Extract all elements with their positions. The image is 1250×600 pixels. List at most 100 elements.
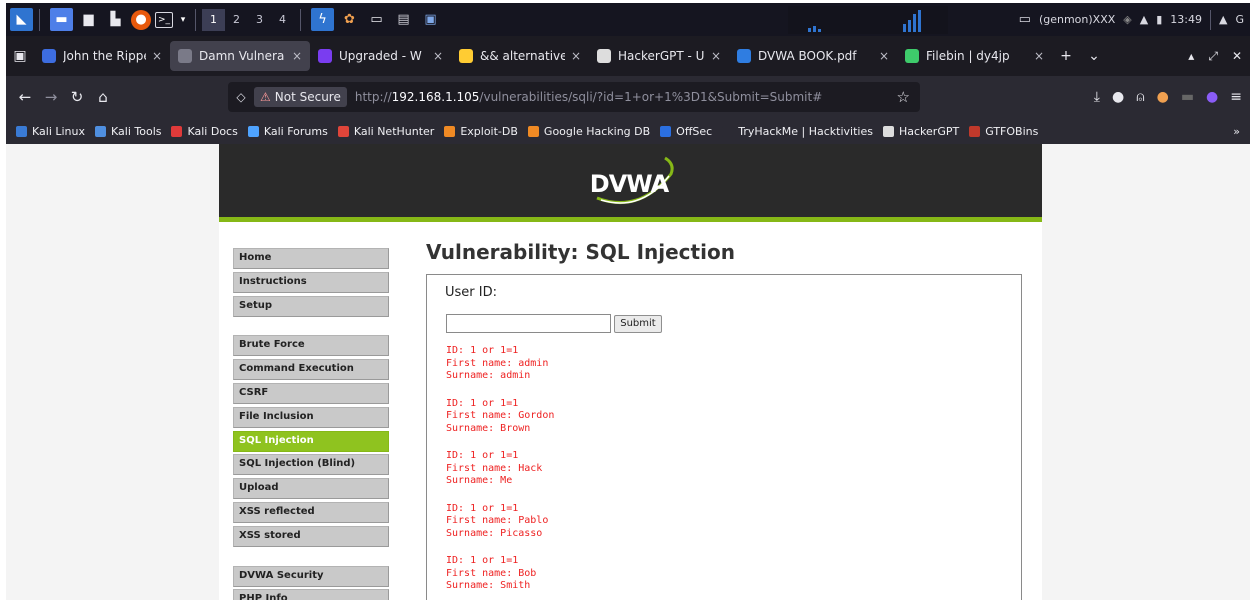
extension-icon[interactable]: ● <box>1112 89 1124 105</box>
new-tab-button[interactable]: + <box>1052 48 1080 64</box>
result-surname-line: Surname: Brown <box>446 422 531 434</box>
menu-item-sql-injection[interactable]: SQL Injection <box>233 430 389 452</box>
extension-icon-2[interactable]: ▬ <box>1181 89 1194 105</box>
extension-icon-3[interactable]: ● <box>1206 89 1218 105</box>
battery-icon[interactable]: ▮ <box>1156 13 1162 26</box>
url-scheme: http:// <box>354 90 392 104</box>
bookmark-item[interactable]: Kali Forums <box>247 125 328 138</box>
cookie-extension-icon[interactable]: ● <box>1157 89 1169 105</box>
submit-button[interactable]: Submit <box>614 315 662 333</box>
power-icon[interactable]: G <box>1235 13 1244 26</box>
menu-item-xss-reflected[interactable]: XSS reflected <box>233 501 389 523</box>
reload-icon[interactable]: ↻ <box>64 88 90 106</box>
show-desktop-icon[interactable]: ▬ <box>50 8 73 31</box>
burpsuite-icon[interactable]: ϟ <box>311 8 334 31</box>
result-id-line: ID: 1 or 1=1 <box>446 397 519 409</box>
menu-item-csrf[interactable]: CSRF <box>233 382 389 404</box>
menu-item-sql-injection-blind[interactable]: SQL Injection (Blind) <box>233 454 389 476</box>
bookmark-star-icon[interactable]: ☆ <box>897 88 910 106</box>
bookmark-item[interactable]: TryHackMe | Hacktivities <box>722 125 873 138</box>
bookmark-item[interactable]: Kali Tools <box>95 125 161 138</box>
app-menu-icon[interactable]: ≡ <box>1230 89 1242 105</box>
account-icon[interactable]: ⍝ <box>1136 89 1144 105</box>
bookmark-favicon-icon <box>171 125 183 137</box>
firefox-icon[interactable]: ● <box>131 9 151 30</box>
result-first-line: First name: admin <box>446 357 549 369</box>
notification-bell-icon[interactable]: ▲ <box>1140 13 1148 26</box>
bookmark-item[interactable]: Kali Docs <box>171 125 238 138</box>
close-window-icon[interactable]: ✕ <box>1232 49 1242 64</box>
bookmark-item[interactable]: Google Hacking DB <box>527 125 650 138</box>
browser-tab[interactable]: DVWA BOOK.pdf × <box>729 41 897 71</box>
tab-close-icon[interactable]: × <box>433 49 443 63</box>
menu-item-brute-force[interactable]: Brute Force <box>233 335 389 357</box>
window-icon[interactable]: ▭ <box>365 8 388 31</box>
panel-separator <box>1210 9 1211 30</box>
bookmarks-toolbar: Kali Linux Kali Tools Kali Docs Kali Forums… <box>6 118 1250 144</box>
browser-tab[interactable]: && alternative × <box>451 41 589 71</box>
tab-close-icon[interactable]: × <box>292 49 302 63</box>
tab-close-icon[interactable]: × <box>1034 49 1044 63</box>
bookmark-favicon-icon <box>882 125 894 137</box>
list-all-tabs-button[interactable]: ⌄ <box>1080 48 1108 64</box>
tab-close-icon[interactable]: × <box>571 49 581 63</box>
menu-item-instructions[interactable]: Instructions <box>233 271 389 293</box>
forward-icon[interactable]: → <box>38 88 64 106</box>
network-icon[interactable]: ◈ <box>1123 13 1131 26</box>
text-editor-icon[interactable]: ▙ <box>104 8 127 31</box>
browser-tab[interactable]: John the Rippe × <box>34 41 170 71</box>
home-icon[interactable]: ⌂ <box>90 88 116 106</box>
menu-item-command-execution[interactable]: Command Execution <box>233 359 389 381</box>
back-icon[interactable]: ← <box>12 88 38 106</box>
bookmark-item[interactable]: GTFOBins <box>969 125 1038 138</box>
bookmark-label: OffSec <box>676 124 713 138</box>
tracking-shield-icon[interactable]: ◇ <box>228 90 254 104</box>
maximize-icon[interactable]: ⤢ <box>1208 49 1218 64</box>
bookmark-item[interactable]: Kali NetHunter <box>337 125 434 138</box>
workspace-1[interactable]: 1 <box>202 8 225 31</box>
workspace-2[interactable]: 2 <box>225 9 248 31</box>
clock[interactable]: 13:49 <box>1170 13 1202 26</box>
minimize-icon[interactable]: ▴ <box>1188 49 1194 64</box>
kali-top-panel: ◣ ▬ ▆ ▙ ● >_ ▾ 1234 ϟ ✿ ▭ ▤ ▣ ▭ (genmon)… <box>6 3 1250 36</box>
display-icon[interactable]: ▭ <box>1019 12 1031 27</box>
user-id-input[interactable] <box>446 314 611 333</box>
not-secure-badge[interactable]: ⚠ Not Secure <box>254 87 347 107</box>
tab-close-icon[interactable]: × <box>152 49 162 63</box>
kali-menu-icon[interactable]: ◣ <box>10 8 33 31</box>
menu-item-home[interactable]: Home <box>233 248 389 269</box>
screenshot-icon[interactable]: ▣ <box>419 8 442 31</box>
bookmark-item[interactable]: Exploit-DB <box>444 125 518 138</box>
workspace-3[interactable]: 3 <box>248 9 271 31</box>
more-bookmarks-icon[interactable]: » <box>1233 125 1240 138</box>
browser-tab[interactable]: Upgraded - W × <box>310 41 451 71</box>
bookmark-label: HackerGPT <box>898 124 960 138</box>
tab-overview-icon[interactable]: ▣ <box>6 48 34 64</box>
bookmark-item[interactable]: Kali Linux <box>16 125 85 138</box>
menu-item-php-info[interactable]: PHP Info <box>233 589 389 600</box>
menu-item-upload[interactable]: Upload <box>233 478 389 500</box>
menu-item-xss-stored[interactable]: XSS stored <box>233 525 389 547</box>
tab-close-icon[interactable]: × <box>879 49 889 63</box>
lock-icon[interactable]: ▲ <box>1219 13 1227 26</box>
result-id-line: ID: 1 or 1=1 <box>446 555 519 566</box>
browser-tab[interactable]: Damn Vulnera × <box>170 41 310 71</box>
browser-tab[interactable]: Filebin | dy4jp × <box>897 41 1052 71</box>
address-bar[interactable]: ◇ ⚠ Not Secure http://192.168.1.105/vulne… <box>228 82 920 112</box>
app-launcher-icon[interactable]: ✿ <box>338 8 361 31</box>
downloads-icon[interactable]: ⤓ <box>1094 89 1100 105</box>
workspace-4[interactable]: 4 <box>271 9 294 31</box>
app-icon[interactable]: ▤ <box>392 8 415 31</box>
bookmark-label: Exploit-DB <box>460 124 518 138</box>
terminal-icon[interactable]: >_ <box>155 11 173 28</box>
result-record: ID: 1 or 1=1 First name: Hack Surname: Me <box>446 450 554 488</box>
file-manager-icon[interactable]: ▆ <box>77 8 100 31</box>
terminal-dropdown-icon[interactable]: ▾ <box>177 8 189 31</box>
menu-item-setup[interactable]: Setup <box>233 295 389 317</box>
tab-close-icon[interactable]: × <box>711 49 721 63</box>
browser-tab[interactable]: HackerGPT - U × <box>589 41 729 71</box>
menu-item-file-inclusion[interactable]: File Inclusion <box>233 406 389 428</box>
bookmark-item[interactable]: HackerGPT <box>882 124 960 138</box>
menu-item-dvwa-security[interactable]: DVWA Security <box>233 565 389 587</box>
bookmark-item[interactable]: OffSec <box>660 125 712 138</box>
